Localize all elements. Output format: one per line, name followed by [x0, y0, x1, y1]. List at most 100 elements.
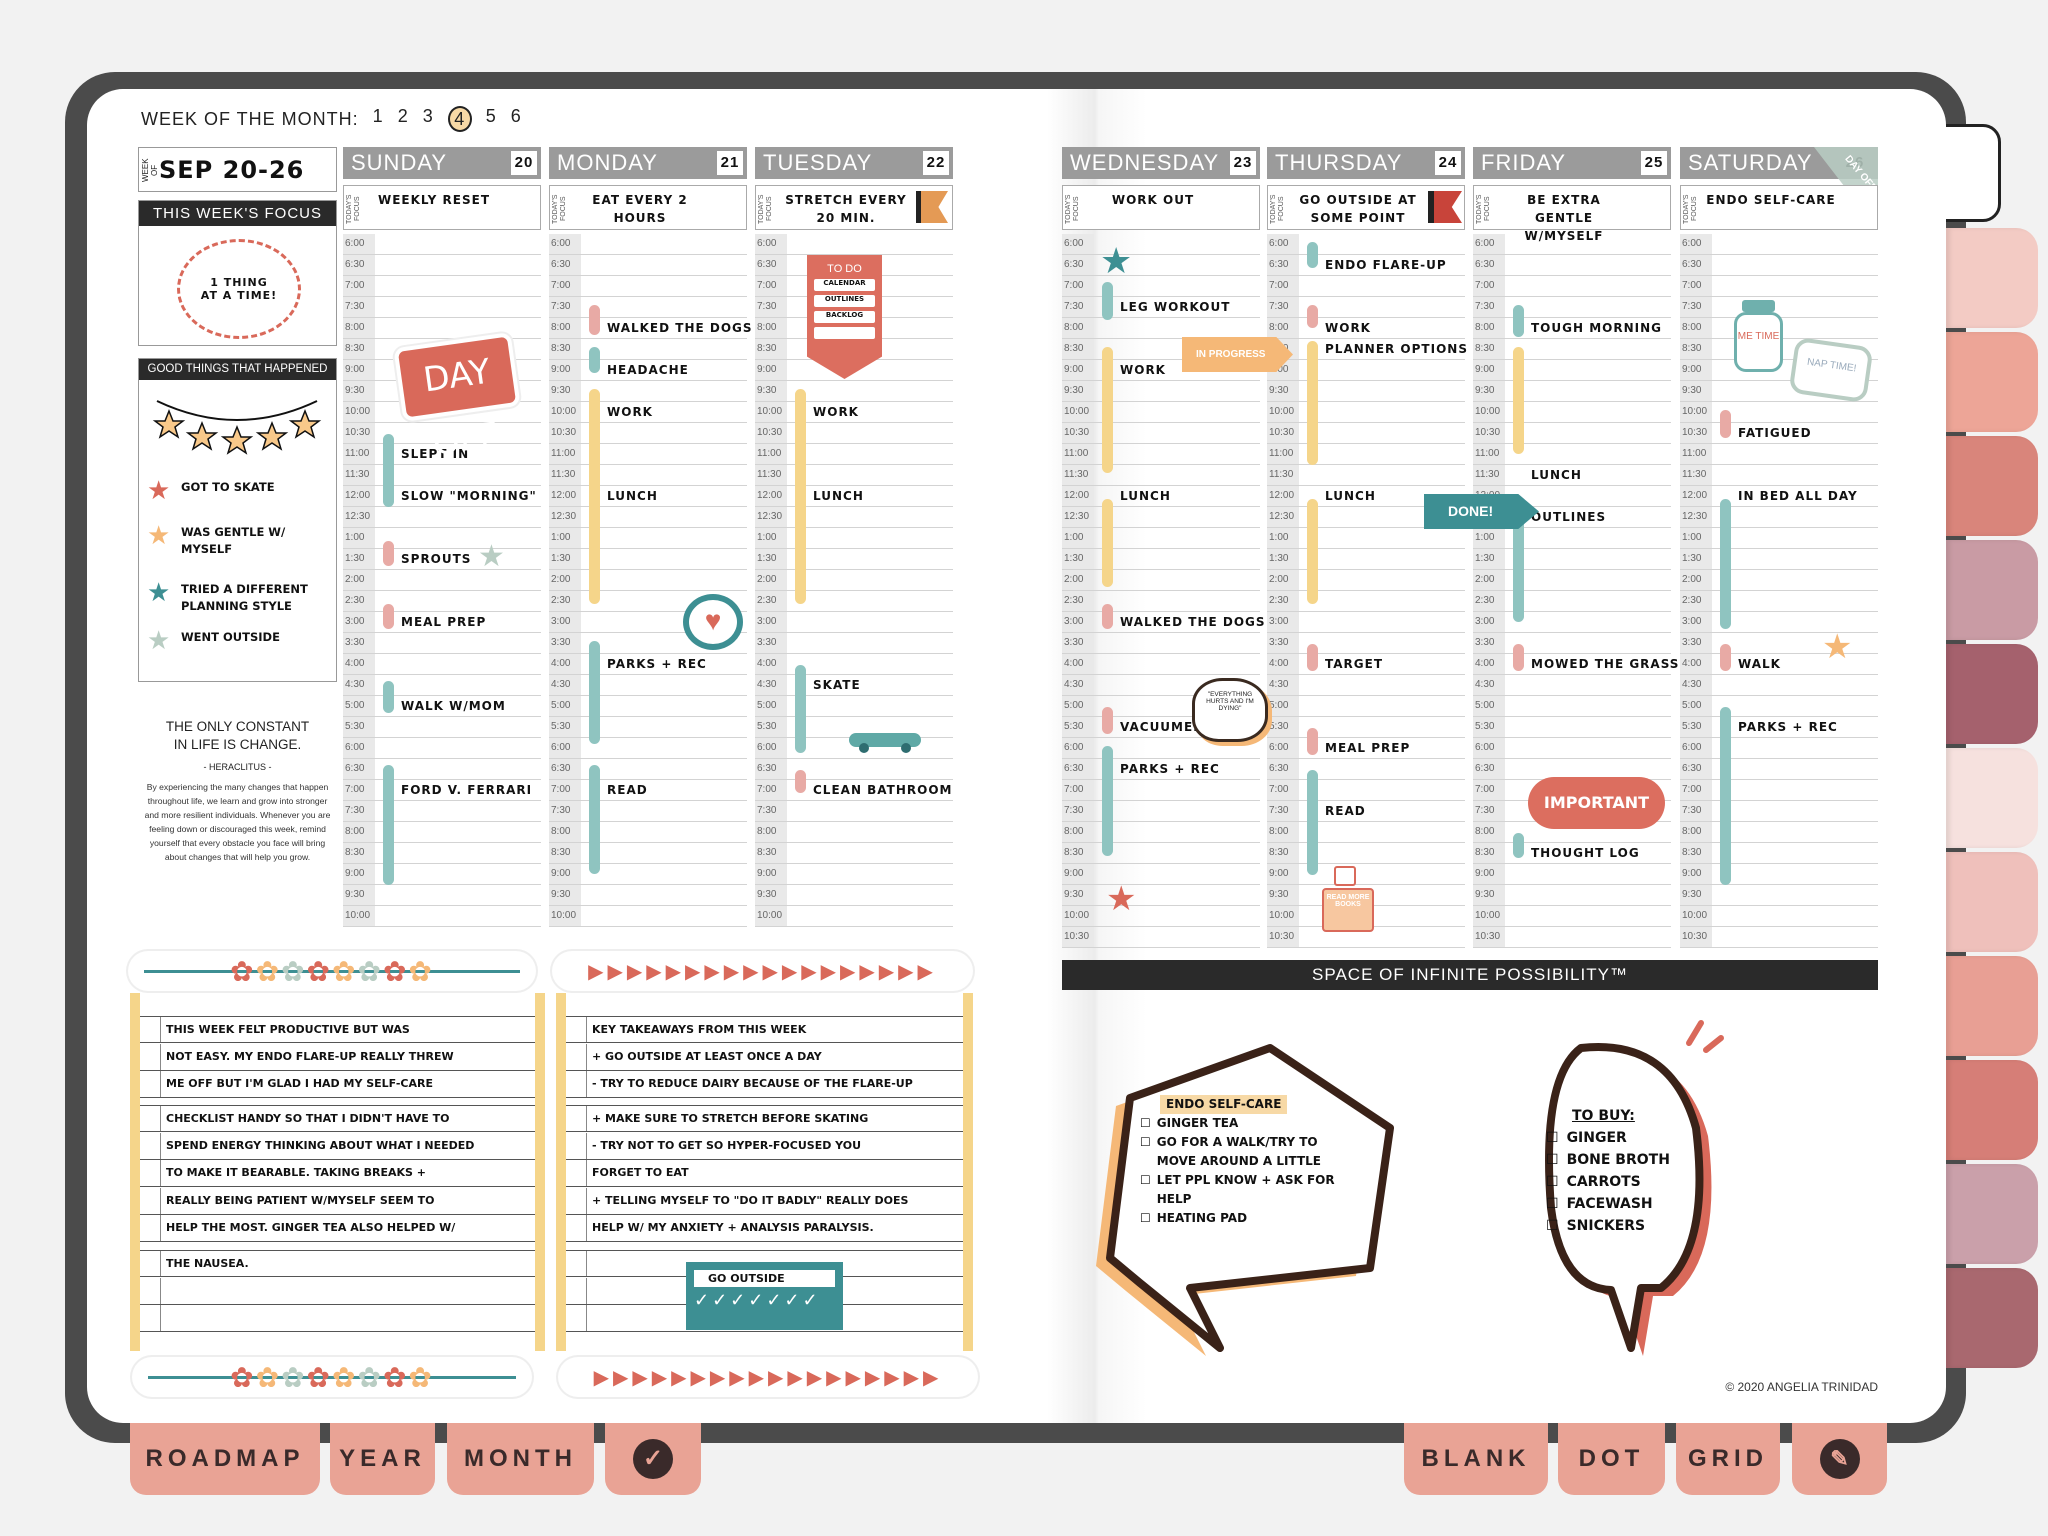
time-slot[interactable]: 11:30: [1062, 465, 1260, 486]
schedule-entry[interactable]: PARKS + REC: [607, 657, 707, 671]
side-tab[interactable]: [1946, 540, 2038, 640]
time-slot[interactable]: 5:30: [1473, 717, 1671, 738]
time-slot[interactable]: 11:30: [1680, 465, 1878, 486]
endo-checklist-item[interactable]: ☐ GINGER TEA: [1140, 1114, 1360, 1133]
time-slot[interactable]: 9:00: [1473, 864, 1671, 885]
time-slot[interactable]: 4:30: [1680, 675, 1878, 696]
schedule-entry[interactable]: PARKS + REC: [1120, 762, 1220, 776]
time-slot[interactable]: 8:30: [549, 339, 747, 360]
time-slot[interactable]: 7:30: [1680, 801, 1878, 822]
time-slot[interactable]: 6:00: [549, 738, 747, 759]
time-slot[interactable]: 12:30: [755, 507, 953, 528]
time-slot[interactable]: 1:00: [1473, 528, 1671, 549]
time-slot[interactable]: 10:30: [1062, 423, 1260, 444]
checkbox-icon[interactable]: ☐: [1546, 1171, 1559, 1193]
time-slot[interactable]: 7:00: [1680, 780, 1878, 801]
time-slot[interactable]: 6:30: [1267, 759, 1465, 780]
note-line[interactable]: HELP THE MOST. GINGER TEA ALSO HELPED W/: [140, 1215, 535, 1242]
schedule-entry[interactable]: WALK W/MOM: [401, 699, 506, 713]
checkbox-icon[interactable]: ☐: [1140, 1209, 1151, 1228]
time-slot[interactable]: 8:00: [343, 822, 541, 843]
schedule-entry[interactable]: SKATE: [813, 678, 861, 692]
time-slot[interactable]: 9:30: [1267, 381, 1465, 402]
time-slot[interactable]: 2:00: [549, 570, 747, 591]
to-buy-item[interactable]: ☐ FACEWASH: [1546, 1193, 1696, 1215]
time-slot[interactable]: 9:30: [1062, 381, 1260, 402]
to-buy-item[interactable]: ☐ SNICKERS: [1546, 1215, 1696, 1237]
note-line[interactable]: KEY TAKEAWAYS FROM THIS WEEK: [566, 1016, 963, 1043]
time-slot[interactable]: 11:00: [755, 444, 953, 465]
time-slot[interactable]: 10:30: [549, 423, 747, 444]
time-slot[interactable]: 9:30: [1062, 885, 1260, 906]
time-slot[interactable]: 8:00: [1062, 318, 1260, 339]
time-slot[interactable]: 3:30: [1062, 633, 1260, 654]
time-slot[interactable]: 8:30: [343, 843, 541, 864]
schedule-entry[interactable]: READ: [1325, 804, 1366, 818]
note-line[interactable]: - TRY NOT TO GET SO HYPER-FOCUSED YOU: [566, 1132, 963, 1160]
schedule-entry[interactable]: WALKED THE DOGS: [1120, 615, 1266, 629]
time-slot[interactable]: 2:00: [755, 570, 953, 591]
time-slot[interactable]: 4:30: [343, 675, 541, 696]
time-slot[interactable]: 10:30: [1473, 927, 1671, 948]
time-slot[interactable]: 10:00: [755, 906, 953, 927]
week-number[interactable]: 5: [486, 106, 497, 132]
time-slot[interactable]: 2:00: [1473, 570, 1671, 591]
schedule-entry[interactable]: PARKS + REC: [1738, 720, 1838, 734]
time-slot[interactable]: 2:30: [755, 591, 953, 612]
time-slot[interactable]: 1:30: [755, 549, 953, 570]
time-slot[interactable]: 2:30: [343, 591, 541, 612]
time-slot[interactable]: 7:30: [1062, 801, 1260, 822]
time-slot[interactable]: 4:30: [1473, 675, 1671, 696]
time-slot[interactable]: 5:00: [1680, 696, 1878, 717]
time-slot[interactable]: 7:00: [549, 780, 747, 801]
time-slot[interactable]: 8:00: [1062, 822, 1260, 843]
time-slot[interactable]: 12:30: [549, 507, 747, 528]
time-slot[interactable]: 6:30: [549, 759, 747, 780]
note-line[interactable]: THIS WEEK FELT PRODUCTIVE BUT WAS: [140, 1016, 535, 1043]
time-slot[interactable]: 2:30: [1267, 591, 1465, 612]
time-slot[interactable]: 4:30: [549, 675, 747, 696]
side-tab[interactable]: [1946, 332, 2038, 432]
time-slot[interactable]: 6:00: [1062, 234, 1260, 255]
time-slot[interactable]: 4:00: [755, 654, 953, 675]
time-slot[interactable]: 12:30: [1680, 507, 1878, 528]
side-tab[interactable]: [1946, 748, 2038, 848]
time-slot[interactable]: 10:00: [1062, 402, 1260, 423]
note-line[interactable]: + TELLING MYSELF TO "DO IT BADLY" REALLY…: [566, 1187, 963, 1215]
note-line[interactable]: TO MAKE IT BEARABLE. TAKING BREAKS +: [140, 1160, 535, 1187]
tab-sketch[interactable]: ✎: [1792, 1423, 1887, 1495]
time-slot[interactable]: 1:00: [1267, 528, 1465, 549]
time-slot[interactable]: 6:30: [343, 759, 541, 780]
schedule-entry[interactable]: WORK: [607, 405, 653, 419]
time-slot[interactable]: 1:00: [343, 528, 541, 549]
time-slot[interactable]: 7:30: [1267, 801, 1465, 822]
time-slot[interactable]: 10:00: [1680, 402, 1878, 423]
time-slot[interactable]: 9:00: [1680, 864, 1878, 885]
time-slot[interactable]: 9:30: [343, 885, 541, 906]
side-tab[interactable]: [1946, 852, 2038, 952]
time-slot[interactable]: 9:00: [1062, 864, 1260, 885]
time-slot[interactable]: 8:30: [1267, 843, 1465, 864]
note-line[interactable]: SPEND ENERGY THINKING ABOUT WHAT I NEEDE…: [140, 1132, 535, 1160]
time-slot[interactable]: 6:30: [755, 759, 953, 780]
endo-checklist-item[interactable]: ☐ GO FOR A WALK/TRY TO MOVE AROUND A LITT…: [1140, 1133, 1360, 1171]
tab-grid[interactable]: GRID: [1676, 1423, 1780, 1495]
time-slot[interactable]: 9:00: [343, 864, 541, 885]
time-slot[interactable]: 3:00: [1473, 612, 1671, 633]
schedule-entry[interactable]: ENDO FLARE-UP: [1325, 258, 1447, 272]
time-slot[interactable]: 7:00: [549, 276, 747, 297]
checkbox-icon[interactable]: ☐: [1546, 1149, 1559, 1171]
note-line[interactable]: FORGET TO EAT: [566, 1160, 963, 1187]
schedule-entry[interactable]: FATIGUED: [1738, 426, 1812, 440]
time-slot[interactable]: 3:00: [1267, 612, 1465, 633]
note-line[interactable]: NOT EASY. MY ENDO FLARE-UP REALLY THREW: [140, 1043, 535, 1071]
time-slot[interactable]: 8:00: [549, 822, 747, 843]
side-tab[interactable]: [1946, 228, 2038, 328]
week-number[interactable]: 2: [398, 106, 409, 132]
time-slot[interactable]: 6:00: [343, 738, 541, 759]
time-slot[interactable]: 5:30: [549, 717, 747, 738]
schedule-entry[interactable]: TARGET: [1325, 657, 1383, 671]
time-slot[interactable]: 6:00: [1267, 234, 1465, 255]
note-line[interactable]: [140, 1277, 535, 1305]
time-slot[interactable]: 6:30: [549, 255, 747, 276]
